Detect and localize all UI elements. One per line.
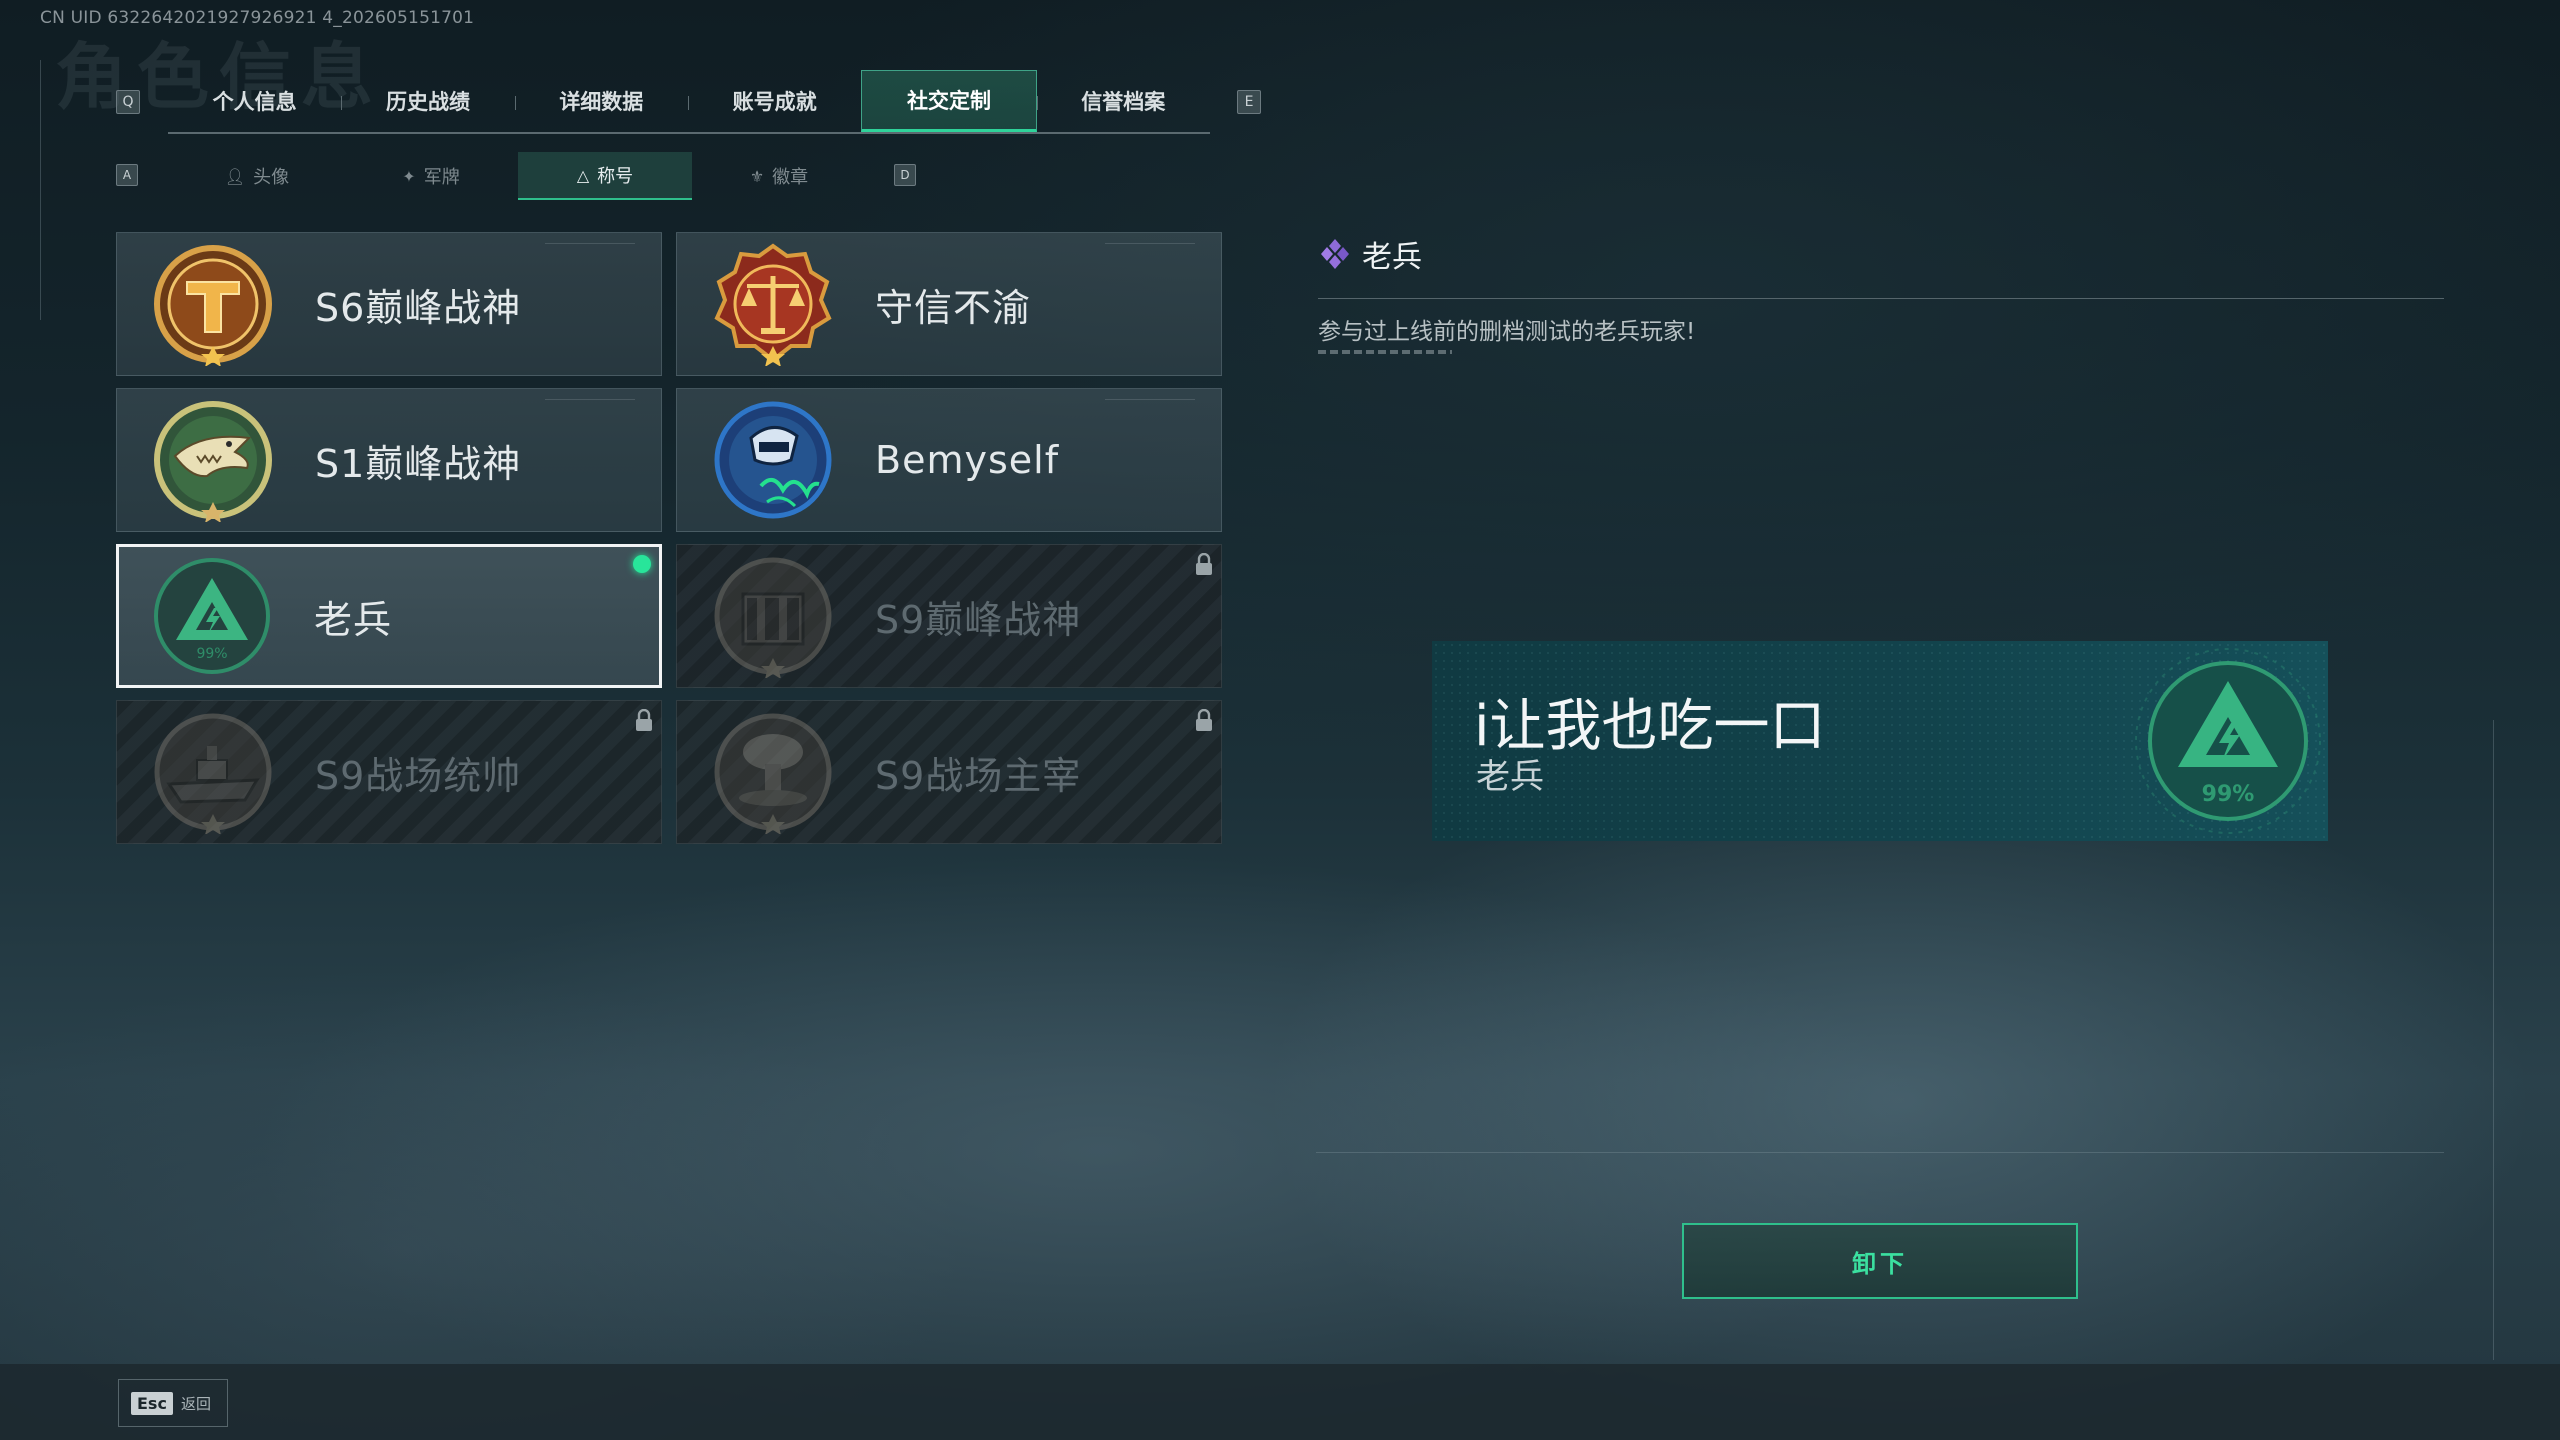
title-label: S1巅峰战神 xyxy=(315,441,522,486)
tab-personal-info[interactable]: 个人信息 xyxy=(168,70,341,132)
title-label: 老兵 xyxy=(314,597,393,642)
tab-match-history[interactable]: 历史战绩 xyxy=(341,70,514,132)
detail-title: 老兵 xyxy=(1362,240,1422,275)
subtab-dogtag-label: 军牌 xyxy=(423,167,460,188)
next-subtab-key-hint[interactable]: D xyxy=(894,164,916,186)
equipped-indicator xyxy=(633,555,651,573)
preview-title: 老兵 xyxy=(1476,757,1544,797)
emblem-icon: ⚜ xyxy=(749,166,765,186)
title-label: S9战场主宰 xyxy=(875,753,1082,798)
battleship-crest-icon xyxy=(151,710,275,834)
subtab-avatar[interactable]: 👤︎ 头像 xyxy=(170,152,344,200)
card-decoration xyxy=(545,399,635,403)
tab-credit-profile[interactable]: 信誉档案 xyxy=(1036,70,1210,132)
preview-badge-text: 99% xyxy=(2202,782,2255,807)
hud-line xyxy=(40,60,41,320)
building-crest-icon xyxy=(711,554,835,678)
mushroom-cloud-crest-icon xyxy=(711,710,835,834)
detail-decoration xyxy=(1318,350,1452,354)
card-decoration xyxy=(1105,399,1195,403)
subtab-emblem-label: 徽章 xyxy=(772,167,809,188)
title-card-veteran[interactable]: 99% 老兵 xyxy=(116,544,662,688)
back-label: 返回 xyxy=(180,1394,211,1413)
lock-icon xyxy=(1196,709,1212,731)
card-decoration xyxy=(1105,243,1195,247)
title-card-s6-peak-god[interactable]: S6巅峰战神 xyxy=(116,232,662,376)
title-card-s9-battlefield-ruler[interactable]: S9战场主宰 xyxy=(676,700,1222,844)
subtab-title-label: 称号 xyxy=(597,166,634,187)
s6-crest-icon xyxy=(151,242,275,366)
dogtag-icon: ✦ xyxy=(402,166,416,186)
title-card-s1-peak-god[interactable]: S1巅峰战神 xyxy=(116,388,662,532)
subtab-avatar-label: 头像 xyxy=(253,167,290,188)
main-tab-bar: 个人信息 历史战绩 详细数据 账号成就 社交定制 信誉档案 xyxy=(168,70,1210,134)
tab-social-customization[interactable]: 社交定制 xyxy=(861,70,1037,132)
title-card-bemyself[interactable]: Bemyself xyxy=(676,388,1222,532)
title-label: S9战场统帅 xyxy=(315,753,522,798)
veteran-badge-text: 99% xyxy=(196,646,227,662)
prev-tab-key-hint[interactable]: Q xyxy=(116,90,140,114)
back-button[interactable]: Esc 返回 xyxy=(118,1379,228,1427)
title-card-s9-battlefield-marshal[interactable]: S9战场统帅 xyxy=(116,700,662,844)
title-label: Bemyself xyxy=(875,438,1060,482)
bottom-bar xyxy=(0,1364,2560,1440)
title-card-keep-faith[interactable]: 守信不渝 xyxy=(676,232,1222,376)
scales-crest-icon xyxy=(711,242,835,366)
unequip-button[interactable]: 卸下 xyxy=(1682,1223,2078,1299)
person-icon: 👤︎ xyxy=(224,166,246,186)
lock-icon xyxy=(636,709,652,731)
hud-line xyxy=(1316,1152,2444,1153)
veteran-triangle-icon: 99% xyxy=(2135,648,2321,834)
detail-description: 参与过上线前的删档测试的老兵玩家! xyxy=(1318,319,1696,345)
title-label: S6巅峰战神 xyxy=(315,285,522,330)
crocodile-crest-icon xyxy=(151,398,275,522)
hud-line xyxy=(2493,720,2494,1360)
triangle-icon: △ xyxy=(576,165,590,185)
subtab-emblem[interactable]: ⚜ 徽章 xyxy=(692,152,866,200)
detail-header: 老兵 xyxy=(1318,232,1422,276)
title-label: 守信不渝 xyxy=(875,285,1032,330)
prev-subtab-key-hint[interactable]: A xyxy=(116,164,138,186)
title-card-s9-peak-god[interactable]: S9巅峰战神 xyxy=(676,544,1222,688)
next-tab-key-hint[interactable]: E xyxy=(1237,90,1261,114)
veteran-triangle-icon: 99% xyxy=(150,554,274,678)
detail-divider xyxy=(1318,298,2444,299)
esc-key-hint: Esc xyxy=(131,1391,173,1415)
card-decoration xyxy=(545,243,635,247)
tab-achievements[interactable]: 账号成就 xyxy=(687,70,861,132)
title-label: S9巅峰战神 xyxy=(875,597,1082,642)
lock-icon xyxy=(1196,553,1212,575)
nameplate-preview: i让我也吃一口 老兵 99% xyxy=(1432,641,2328,841)
subtab-title[interactable]: △ 称号 xyxy=(518,152,692,200)
sub-tab-bar: 👤︎ 头像 ✦ 军牌 △ 称号 ⚜ 徽章 xyxy=(170,152,866,200)
subtab-dogtag[interactable]: ✦ 军牌 xyxy=(344,152,518,200)
uid-watermark: CN UID 6322642021927926921 4_20260515170… xyxy=(40,8,475,28)
tab-detailed-stats[interactable]: 详细数据 xyxy=(514,70,688,132)
rarity-diamond-icon xyxy=(1321,239,1349,269)
bemyself-crest-icon xyxy=(711,398,835,522)
